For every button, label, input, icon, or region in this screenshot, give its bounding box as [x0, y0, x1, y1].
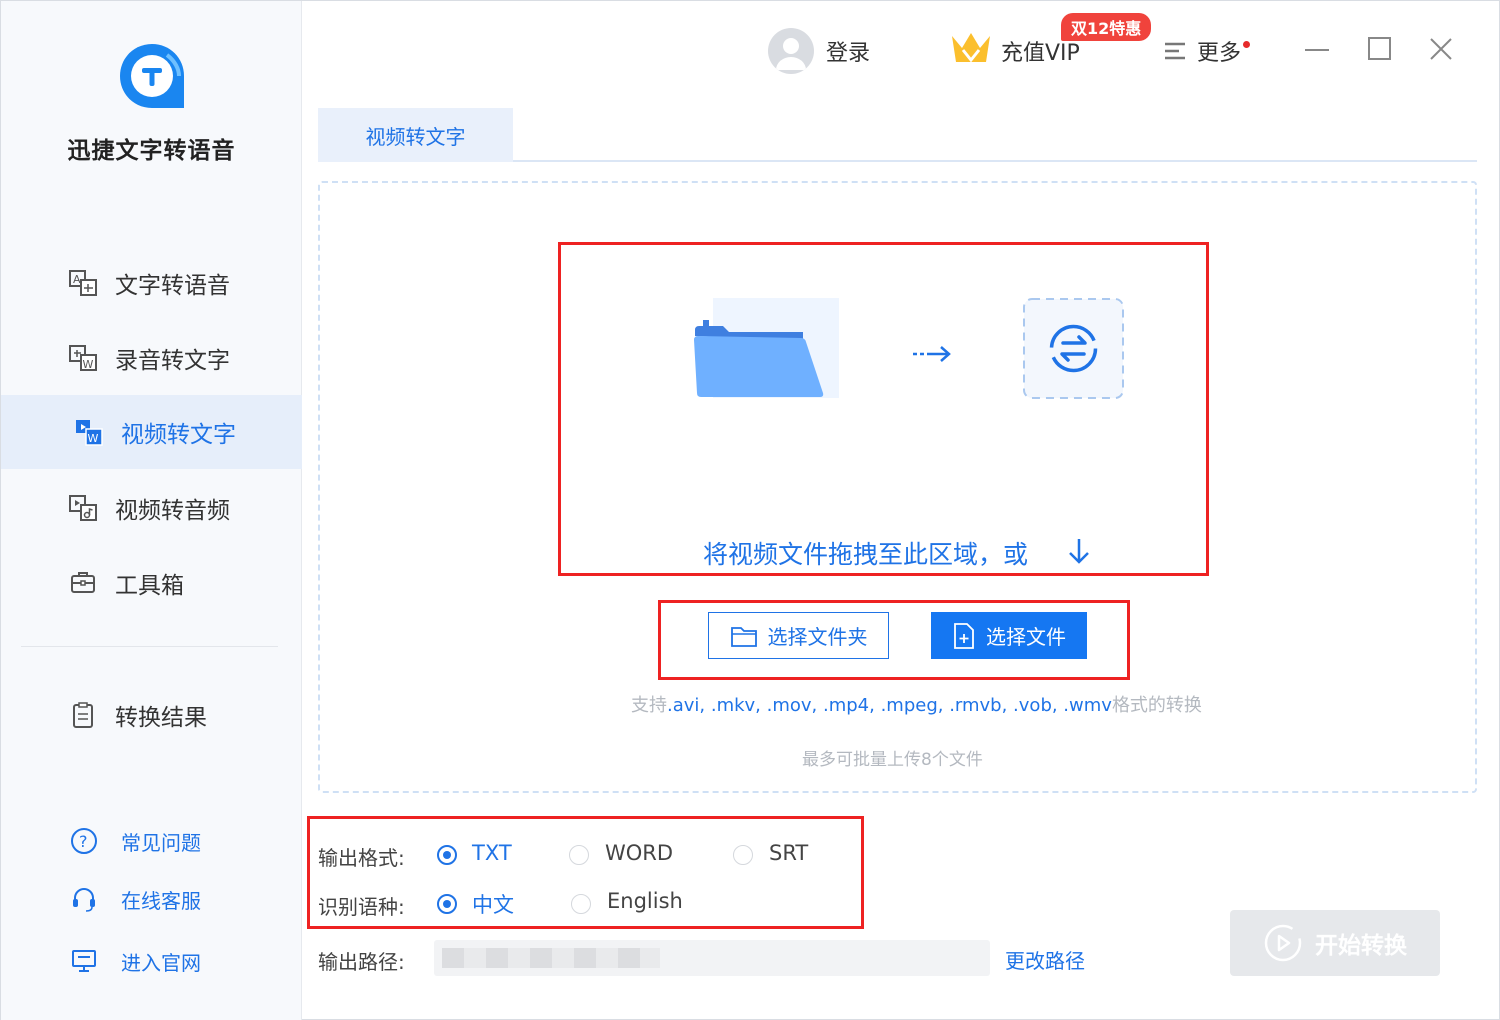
format-label-srt: SRT	[769, 841, 809, 865]
sidebar-divider	[21, 646, 278, 647]
output-path-label: 输出路径:	[318, 950, 405, 974]
sidebar-item-label: 视频转文字	[121, 422, 236, 448]
sidebar-item-label: 转换结果	[115, 705, 207, 731]
play-circle-icon	[1263, 923, 1303, 963]
online-support-label: 在线客服	[121, 888, 201, 913]
start-convert-button[interactable]: 开始转换	[1230, 910, 1440, 976]
svg-text:W: W	[83, 358, 94, 371]
output-path-field[interactable]	[434, 940, 990, 976]
sidebar-item-audio-to-text[interactable]: W 录音转文字	[1, 321, 302, 395]
app-brand: 迅捷文字转语音	[1, 41, 302, 165]
faq-label: 常见问题	[121, 830, 201, 855]
sidebar-item-label: 文字转语音	[115, 273, 230, 299]
user-avatar-icon	[768, 28, 814, 74]
app-logo-icon	[117, 41, 187, 111]
format-label-word: WORD	[605, 841, 674, 865]
support-suffix: 格式的转换	[1111, 695, 1202, 716]
audio-to-text-icon: W	[67, 342, 99, 374]
change-path-link[interactable]: 更改路径	[1005, 945, 1085, 974]
video-to-audio-icon	[67, 492, 99, 524]
path-value-redacted	[442, 948, 660, 968]
svg-text:W: W	[88, 432, 99, 445]
crown-icon	[949, 30, 993, 72]
language-radio-english[interactable]	[571, 894, 591, 914]
highlight-buttons	[658, 600, 1130, 680]
video-to-text-icon: W	[73, 416, 105, 448]
tab-video-to-text[interactable]: 视频转文字	[318, 108, 513, 162]
sidebar-item-label: 录音转文字	[115, 348, 230, 374]
language-label: 识别语种:	[318, 895, 405, 919]
app-name: 迅捷文字转语音	[67, 138, 236, 164]
monitor-icon	[69, 946, 99, 976]
language-label-chinese: 中文	[472, 893, 514, 917]
language-label-english: English	[607, 889, 683, 913]
promo-badge: 双12特惠	[1061, 13, 1152, 41]
app-window: 迅捷文字转语音 A 文字转语音 W 录音转文字 W 视频转文字 视频转音频 工具…	[0, 0, 1500, 1020]
sidebar-item-toolbox[interactable]: 工具箱	[1, 546, 302, 620]
close-button[interactable]	[1423, 31, 1459, 67]
more-menu-button[interactable]: 更多	[1163, 27, 1251, 75]
online-support-link[interactable]: 在线客服	[1, 874, 302, 924]
sidebar-item-results[interactable]: 转换结果	[1, 678, 302, 752]
headset-icon	[69, 884, 99, 914]
login-button[interactable]: 登录	[768, 27, 870, 75]
supported-formats-note: 支持.avi, .mkv, .mov, .mp4, .mpeg, .rmvb, …	[631, 691, 1202, 717]
format-radio-word[interactable]	[569, 845, 589, 865]
sidebar-item-text-to-speech[interactable]: A 文字转语音	[1, 246, 302, 320]
maximize-button[interactable]	[1361, 31, 1397, 67]
maximize-icon	[1368, 37, 1391, 60]
format-radio-txt[interactable]	[437, 845, 457, 865]
highlight-drop-area	[558, 242, 1209, 576]
tab-bar: 视频转文字	[318, 108, 1477, 162]
output-format-label: 输出格式:	[318, 846, 405, 870]
official-website-link[interactable]: 进入官网	[1, 936, 302, 986]
format-radio-srt[interactable]	[733, 845, 753, 865]
menu-icon	[1163, 40, 1187, 62]
login-label: 登录	[826, 41, 871, 66]
sidebar-item-video-to-audio[interactable]: 视频转音频	[1, 471, 302, 545]
svg-text:A: A	[73, 273, 81, 286]
format-list: .avi, .mkv, .mov, .mp4, .mpeg, .rmvb, .v…	[667, 695, 1112, 716]
text-to-speech-icon: A	[67, 267, 99, 299]
language-radio-chinese[interactable]	[437, 894, 457, 914]
more-label: 更多	[1197, 41, 1242, 66]
clipboard-icon	[67, 699, 99, 731]
svg-text:?: ?	[79, 832, 88, 851]
start-convert-label: 开始转换	[1315, 933, 1407, 959]
minimize-button[interactable]	[1299, 31, 1335, 67]
sidebar-item-label: 工具箱	[115, 573, 184, 599]
format-label-txt: TXT	[472, 841, 512, 865]
support-prefix: 支持	[631, 695, 667, 716]
max-files-note: 最多可批量上传8个文件	[802, 750, 983, 770]
notification-dot	[1243, 40, 1251, 48]
close-icon	[1430, 38, 1452, 60]
sidebar-item-video-to-text[interactable]: W 视频转文字	[1, 395, 302, 469]
sidebar: 迅捷文字转语音 A 文字转语音 W 录音转文字 W 视频转文字 视频转音频 工具…	[1, 1, 302, 1020]
faq-link[interactable]: ? 常见问题	[1, 816, 302, 866]
minimize-icon	[1305, 49, 1329, 51]
official-website-label: 进入官网	[121, 950, 201, 975]
toolbox-icon	[67, 567, 99, 599]
help-circle-icon: ?	[69, 826, 99, 856]
sidebar-item-label: 视频转音频	[115, 498, 230, 524]
